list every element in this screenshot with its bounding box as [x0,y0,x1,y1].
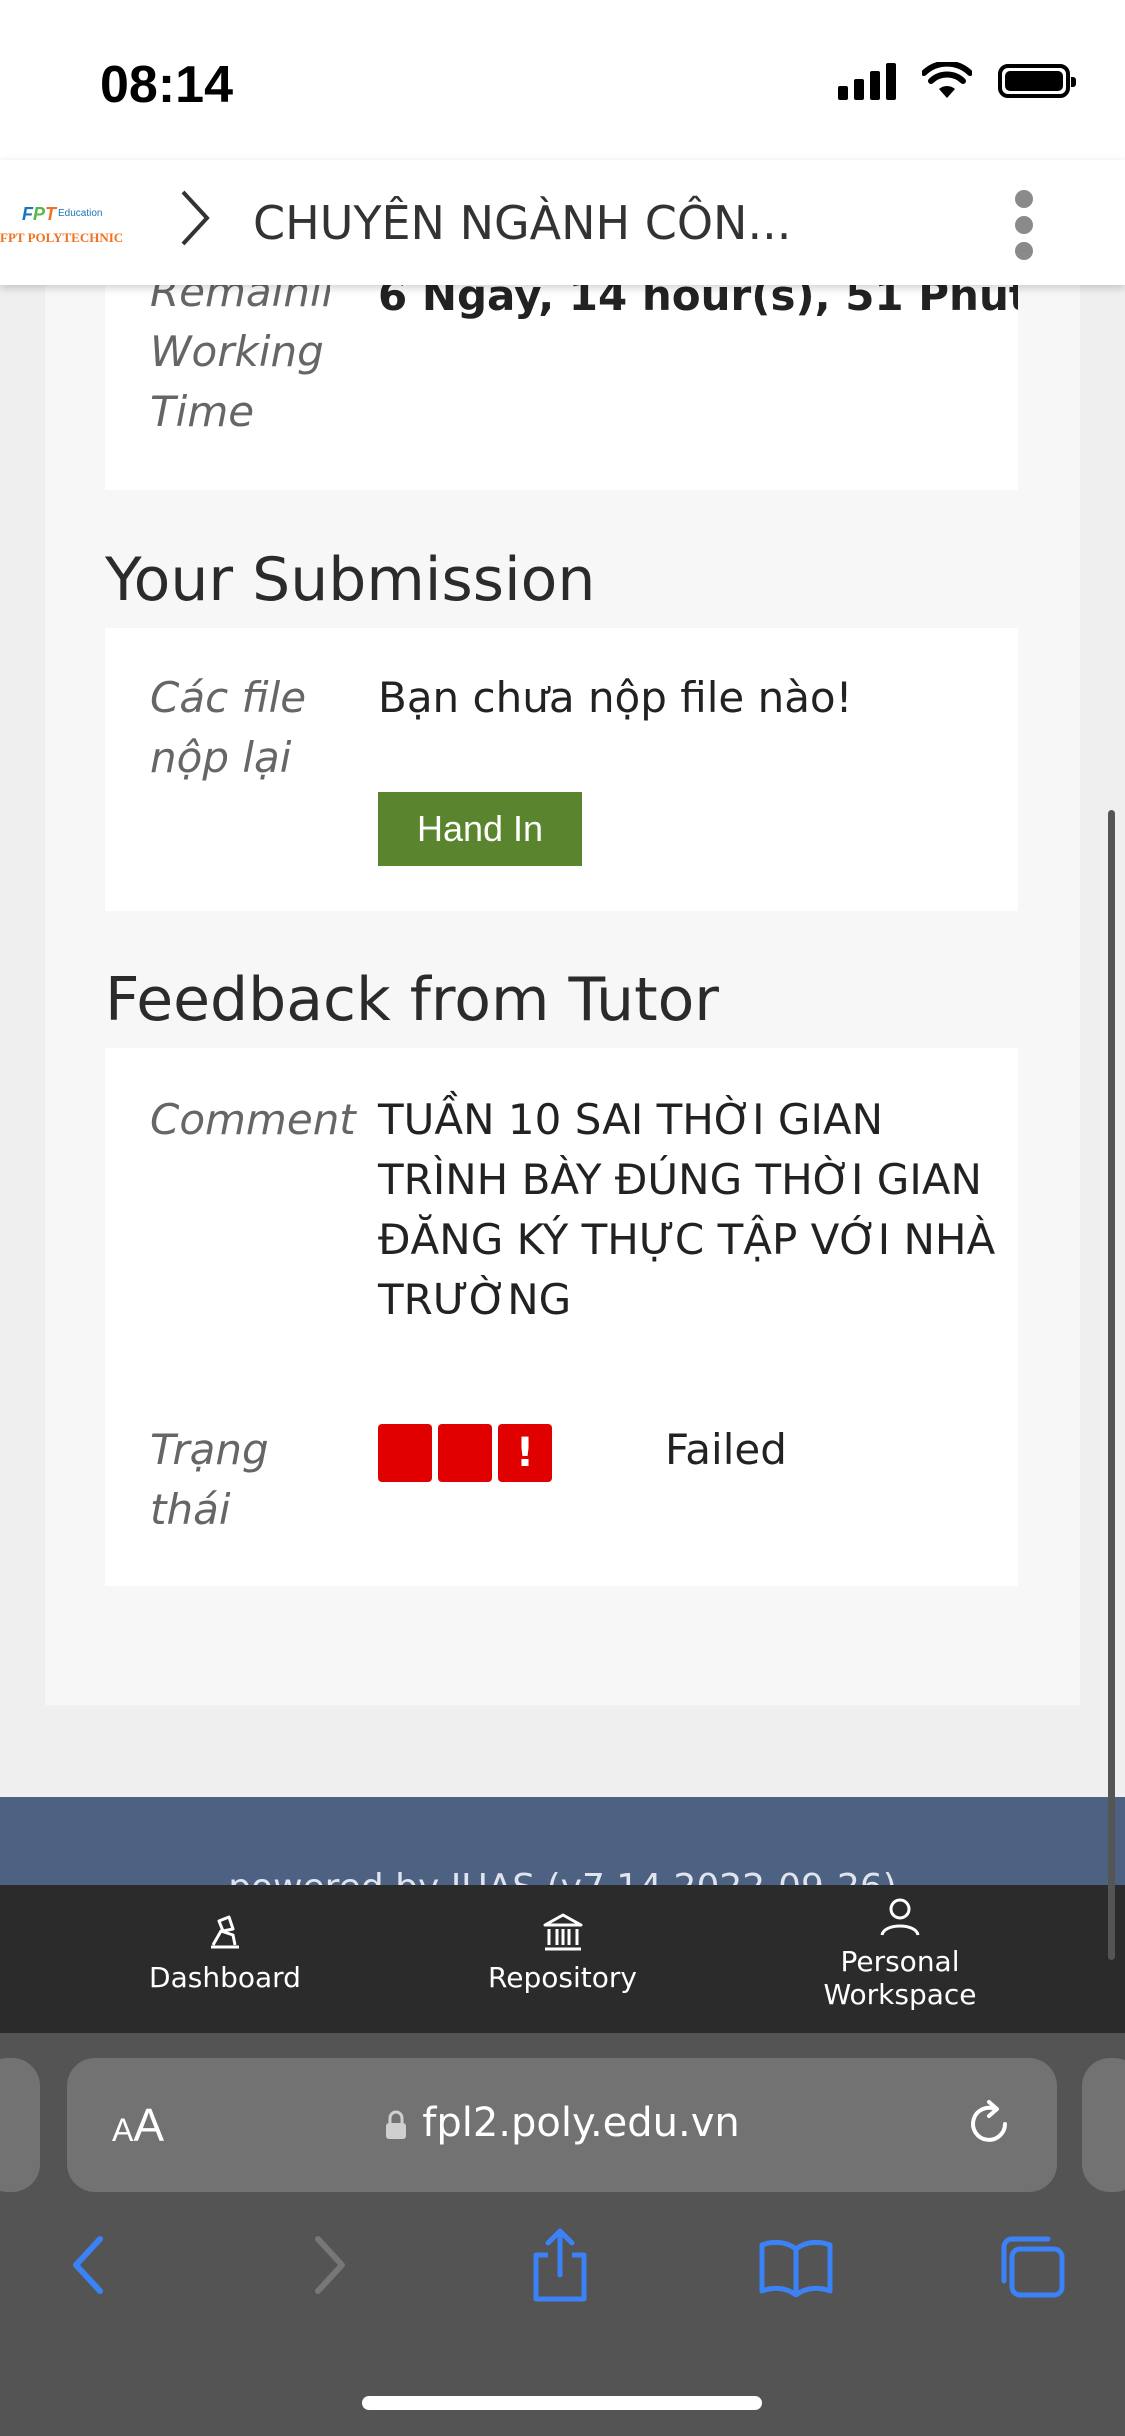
logo-mark: FPT [22,204,57,224]
nav-repository[interactable]: Repository [465,1885,660,2033]
battery-icon [998,64,1076,98]
comment-label: Comment [150,1095,356,1144]
app-header: FPT Education FPT POLYTECHNIC CHUYÊN NGÀ… [0,160,1125,285]
submission-files-value: Bạn chưa nộp file nào! [378,673,853,722]
status-icons [838,62,1076,100]
tabs-icon[interactable] [996,2233,1068,2301]
share-icon[interactable] [528,2225,592,2305]
nav-repository-label: Repository [488,1961,637,1994]
home-indicator[interactable] [362,2396,762,2410]
status-block [378,1424,432,1482]
next-tab-pill[interactable] [1082,2058,1125,2192]
status-time: 08:14 [100,56,233,114]
hand-in-button[interactable]: Hand In [378,792,582,866]
failed-status-indicator: ! [378,1424,552,1482]
status-block [438,1424,492,1482]
scrollbar[interactable] [1108,810,1115,1960]
more-options-icon[interactable] [1013,190,1035,260]
comment-value: TUẦN 10 SAI THỜI GIAN TRÌNH BÀY ĐÚNG THỜ… [378,1095,996,1324]
submission-files-label: Các file nộp lại [150,673,307,782]
repository-icon [543,1913,582,1951]
cellular-signal-icon [838,62,896,100]
submission-card: Các file nộp lại Bạn chưa nộp file nào! … [105,628,1018,911]
back-icon[interactable] [68,2233,108,2297]
page-title[interactable]: CHUYÊN NGÀNH CÔN... [253,196,791,250]
logo-name: FPT POLYTECHNIC [0,230,124,245]
submission-heading: Your Submission [105,545,596,615]
browser-toolbar: AA fpl2.poly.edu.vn [0,2033,1125,2436]
previous-tab-pill[interactable] [0,2058,40,2192]
chevron-right-icon[interactable] [175,188,215,248]
bottom-navigation: Dashboard Repository Personal Workspace [0,1885,1125,2033]
status-label: Trạng thái [150,1425,269,1534]
nav-dashboard[interactable]: Dashboard [130,1885,320,2033]
nav-personal-label: Personal Workspace [823,1945,977,2011]
remaining-time-label: Remaining Working Time [150,267,330,436]
dashboard-icon [211,1915,239,1949]
person-icon [880,1898,920,1936]
feedback-card: Comment TUẦN 10 SAI THỜI GIAN TRÌNH BÀY … [105,1048,1018,1586]
status-bar: 08:14 [0,0,1125,160]
nav-dashboard-label: Dashboard [149,1961,301,1994]
fpt-polytechnic-logo[interactable]: FPT Education FPT POLYTECHNIC [0,200,125,250]
nav-personal-workspace[interactable]: Personal Workspace [800,1885,1000,2033]
wifi-icon [922,62,972,98]
footer: powered by IUAS (v7.14 2022-09-26) [0,1797,1125,1887]
url-text: fpl2.poly.edu.vn [67,2100,1057,2146]
logo-education: Education [58,208,103,219]
reload-icon[interactable] [961,2096,1017,2152]
lock-icon [386,2110,407,2139]
feedback-heading: Feedback from Tutor [105,965,719,1035]
status-alert-block: ! [498,1424,552,1482]
address-bar[interactable]: AA fpl2.poly.edu.vn [67,2058,1057,2192]
forward-icon[interactable] [310,2233,350,2297]
status-value: Failed [665,1425,787,1474]
bookmarks-icon[interactable] [758,2237,834,2297]
footer-text: powered by IUAS (v7.14 2022-09-26) [0,1867,1125,1887]
